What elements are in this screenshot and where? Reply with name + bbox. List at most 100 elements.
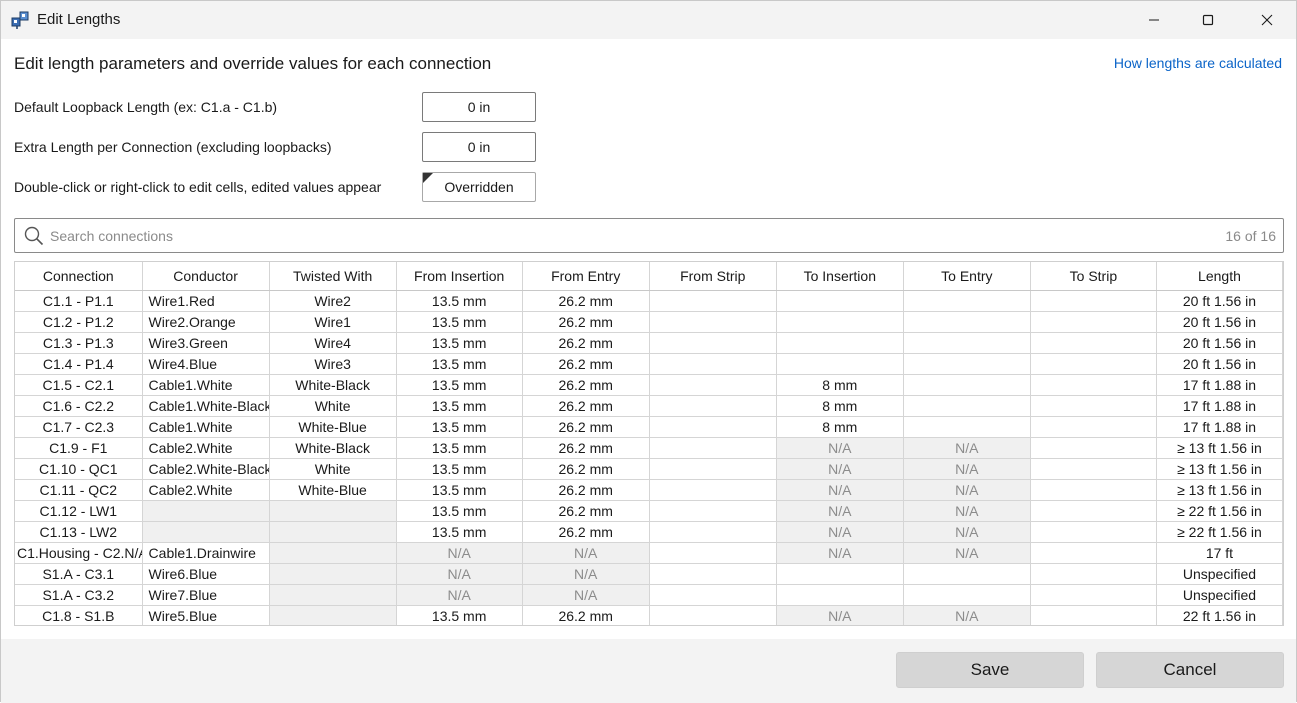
table-cell[interactable]: S1.A - C3.1 xyxy=(15,563,143,585)
table-cell[interactable]: Wire3.Green xyxy=(142,332,270,354)
table-row[interactable]: C1.8 - S1.B Wire5.Blue 13.5 mm 26.2 mm N/A N/… xyxy=(15,605,1283,625)
table-cell[interactable] xyxy=(649,500,777,522)
table-cell[interactable]: C1.1 - P1.1 xyxy=(15,290,143,312)
column-header[interactable]: From Insertion xyxy=(396,262,523,291)
table-cell[interactable] xyxy=(1030,290,1157,312)
table-cell[interactable]: 20 ft 1.56 in xyxy=(1156,332,1283,354)
column-header[interactable]: To Insertion xyxy=(776,262,904,291)
table-cell[interactable] xyxy=(1030,500,1157,522)
table-cell[interactable] xyxy=(269,521,397,543)
title-bar[interactable]: Edit Lengths xyxy=(1,1,1296,39)
table-cell[interactable] xyxy=(903,563,1031,585)
table-cell[interactable]: 13.5 mm xyxy=(396,500,523,522)
table-cell[interactable]: 13.5 mm xyxy=(396,374,523,396)
table-cell[interactable]: N/A xyxy=(903,521,1031,543)
table-cell[interactable]: White xyxy=(269,458,397,480)
column-header[interactable]: To Strip xyxy=(1030,262,1157,291)
table-cell[interactable]: N/A xyxy=(522,563,650,585)
table-cell[interactable] xyxy=(903,311,1031,333)
table-cell[interactable]: 26.2 mm xyxy=(522,437,650,459)
table-cell[interactable]: White-Black xyxy=(269,374,397,396)
table-cell[interactable] xyxy=(649,521,777,543)
table-row[interactable]: C1.9 - F1 Cable2.White White-Black 13.5 mm 2… xyxy=(15,437,1283,459)
table-cell[interactable] xyxy=(269,563,397,585)
close-icon[interactable] xyxy=(1244,1,1290,39)
table-cell[interactable]: ≥ 22 ft 1.56 in xyxy=(1156,500,1283,522)
table-cell[interactable]: 17 ft 1.88 in xyxy=(1156,416,1283,438)
table-cell[interactable]: 26.2 mm xyxy=(522,521,650,543)
table-cell[interactable]: N/A xyxy=(776,542,904,564)
table-cell[interactable] xyxy=(269,500,397,522)
table-cell[interactable] xyxy=(903,584,1031,606)
table-cell[interactable] xyxy=(649,542,777,564)
table-cell[interactable]: N/A xyxy=(522,584,650,606)
table-cell[interactable]: Wire3 xyxy=(269,353,397,375)
table-cell[interactable] xyxy=(1030,416,1157,438)
table-cell[interactable]: White xyxy=(269,395,397,417)
table-cell[interactable]: 13.5 mm xyxy=(396,479,523,501)
cancel-button[interactable]: Cancel xyxy=(1096,652,1284,688)
table-cell[interactable]: 26.2 mm xyxy=(522,311,650,333)
table-cell[interactable]: Wire2.Orange xyxy=(142,311,270,333)
table-cell[interactable]: ≥ 22 ft 1.56 in xyxy=(1156,521,1283,543)
table-cell[interactable]: N/A xyxy=(903,605,1031,625)
table-cell[interactable]: 26.2 mm xyxy=(522,479,650,501)
column-header[interactable]: From Entry xyxy=(522,262,650,291)
table-cell[interactable]: Cable2.White xyxy=(142,437,270,459)
table-cell[interactable]: White-Blue xyxy=(269,416,397,438)
table-cell[interactable]: 20 ft 1.56 in xyxy=(1156,353,1283,375)
table-cell[interactable]: Cable2.White xyxy=(142,479,270,501)
table-cell[interactable] xyxy=(142,500,270,522)
table-cell[interactable]: C1.9 - F1 xyxy=(15,437,143,459)
table-cell[interactable]: 26.2 mm xyxy=(522,374,650,396)
table-row[interactable]: C1.13 - LW2 13.5 mm 26.2 mm N/A N/A ≥ 22 ft 1… xyxy=(15,521,1283,543)
table-cell[interactable] xyxy=(269,584,397,606)
table-cell[interactable]: White-Black xyxy=(269,437,397,459)
table-row[interactable]: C1.3 - P1.3 Wire3.Green Wire4 13.5 mm 26.2 m… xyxy=(15,332,1283,354)
table-cell[interactable] xyxy=(649,479,777,501)
table-cell[interactable]: N/A xyxy=(396,584,523,606)
table-cell[interactable]: 13.5 mm xyxy=(396,332,523,354)
table-cell[interactable]: 26.2 mm xyxy=(522,332,650,354)
help-link[interactable]: How lengths are calculated xyxy=(1114,55,1282,71)
save-button[interactable]: Save xyxy=(896,652,1084,688)
loopback-length-input[interactable]: 0 in xyxy=(422,92,536,122)
table-cell[interactable]: Cable1.White xyxy=(142,374,270,396)
table-cell[interactable]: ≥ 13 ft 1.56 in xyxy=(1156,458,1283,480)
table-cell[interactable] xyxy=(649,374,777,396)
table-cell[interactable]: N/A xyxy=(776,521,904,543)
table-cell[interactable] xyxy=(903,290,1031,312)
table-cell[interactable] xyxy=(1030,395,1157,417)
table-cell[interactable]: N/A xyxy=(396,542,523,564)
table-cell[interactable]: Wire7.Blue xyxy=(142,584,270,606)
table-cell[interactable]: 13.5 mm xyxy=(396,311,523,333)
table-cell[interactable]: Cable2.White-Black xyxy=(142,458,270,480)
column-header[interactable]: Connection xyxy=(15,262,143,291)
table-cell[interactable]: C1.Housing - C2.N/A xyxy=(15,542,143,564)
table-cell[interactable]: 13.5 mm xyxy=(396,290,523,312)
table-cell[interactable] xyxy=(649,458,777,480)
table-cell[interactable]: Unspecified xyxy=(1156,584,1283,606)
table-cell[interactable]: 13.5 mm xyxy=(396,521,523,543)
table-cell[interactable]: C1.6 - C2.2 xyxy=(15,395,143,417)
search-box[interactable]: 16 of 16 xyxy=(14,218,1284,253)
table-cell[interactable]: C1.8 - S1.B xyxy=(15,605,143,625)
table-cell[interactable]: Cable1.White-Black xyxy=(142,395,270,417)
table-cell[interactable]: C1.3 - P1.3 xyxy=(15,332,143,354)
table-cell[interactable]: 13.5 mm xyxy=(396,437,523,459)
table-cell[interactable]: 26.2 mm xyxy=(522,290,650,312)
table-cell[interactable] xyxy=(649,416,777,438)
maximize-icon[interactable] xyxy=(1185,1,1231,39)
table-cell[interactable]: C1.2 - P1.2 xyxy=(15,311,143,333)
table-cell[interactable] xyxy=(1030,521,1157,543)
table-cell[interactable] xyxy=(649,332,777,354)
table-cell[interactable] xyxy=(1030,374,1157,396)
table-cell[interactable]: White-Blue xyxy=(269,479,397,501)
table-cell[interactable] xyxy=(1030,584,1157,606)
table-cell[interactable] xyxy=(1030,458,1157,480)
table-cell[interactable] xyxy=(142,521,270,543)
table-cell[interactable]: 26.2 mm xyxy=(522,458,650,480)
table-cell[interactable] xyxy=(1030,311,1157,333)
table-cell[interactable]: S1.A - C3.2 xyxy=(15,584,143,606)
table-cell[interactable] xyxy=(903,416,1031,438)
